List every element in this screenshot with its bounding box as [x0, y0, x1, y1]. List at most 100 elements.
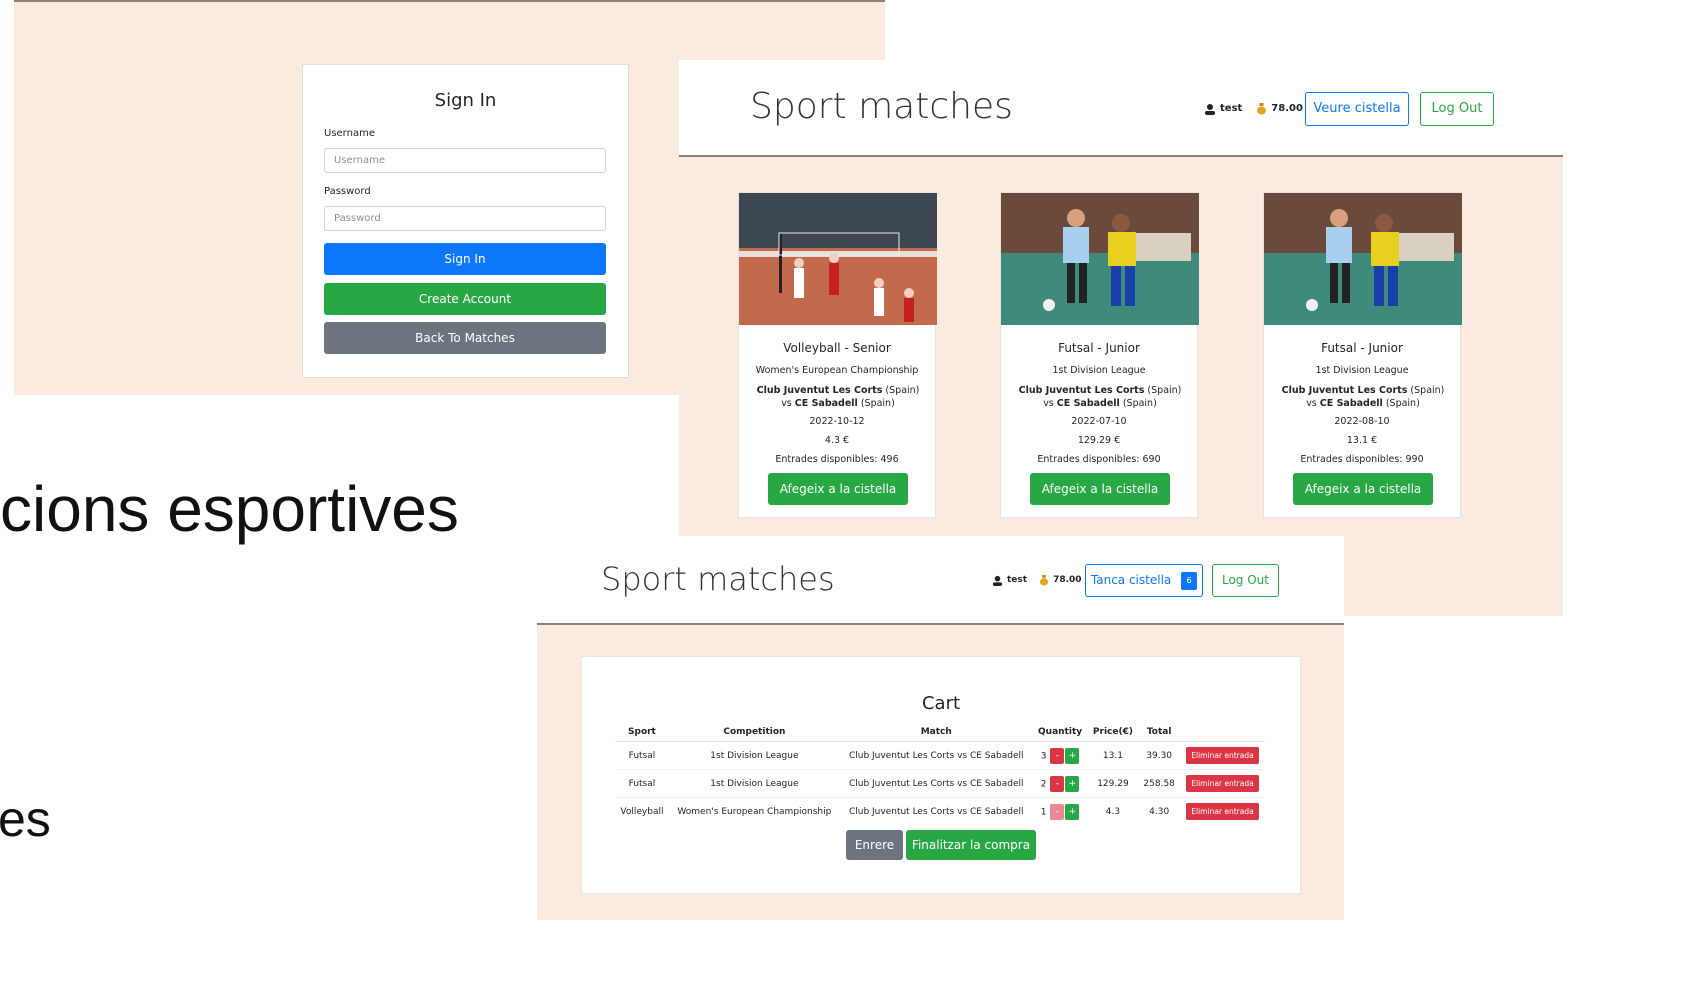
- match-card: Volleyball - Senior Women's European Cha…: [738, 192, 937, 518]
- table-row: Volleyball Women's European Championship…: [615, 797, 1265, 825]
- add-to-cart-button[interactable]: Afegeix a la cistella: [1293, 473, 1433, 505]
- quantity-cell: 1 - +: [1032, 797, 1088, 825]
- close-cart-label: Tanca cistella: [1090, 573, 1172, 587]
- match-card: Futsal - Junior 1st Division League Club…: [1000, 192, 1199, 518]
- card-price: 129.29 €: [1077, 435, 1121, 446]
- add-to-cart-button[interactable]: Afegeix a la cistella: [768, 473, 908, 505]
- balance: 78.00: [1271, 103, 1303, 114]
- quantity-value: 1: [1040, 807, 1047, 817]
- decrease-button[interactable]: -: [1050, 747, 1065, 764]
- user-info: test 78.00: [1204, 102, 1303, 115]
- sport-cell: Futsal: [615, 741, 669, 770]
- increase-button[interactable]: +: [1065, 803, 1080, 820]
- quantity-cell: 2 - +: [1032, 769, 1088, 798]
- column-header: Competition: [668, 723, 840, 742]
- team2-country: (Spain): [1122, 398, 1157, 409]
- vs-label: vs: [1043, 398, 1054, 409]
- logout-button[interactable]: Log Out: [1420, 92, 1494, 126]
- cart-card: Cart Sport Competition Match Quantity Pr…: [581, 656, 1301, 894]
- delete-cell: Eliminar entrada: [1180, 769, 1265, 798]
- vs-label: vs: [1306, 398, 1317, 409]
- team2: CE Sabadell: [1319, 398, 1383, 409]
- money-bag-icon: [1257, 103, 1267, 115]
- create-account-button[interactable]: Create Account: [324, 283, 606, 315]
- page-title: Sport matches: [601, 560, 835, 598]
- cart-heading: Cart: [921, 693, 961, 714]
- increase-button[interactable]: +: [1065, 747, 1080, 764]
- price-cell: 13.1: [1087, 741, 1139, 770]
- quantity-value: 3: [1040, 751, 1047, 761]
- checkout-button[interactable]: Finalitzar la compra: [906, 830, 1036, 860]
- cart-count-badge: 6: [1181, 571, 1198, 590]
- column-header: Total: [1138, 723, 1180, 742]
- user-icon: [1205, 103, 1215, 115]
- team2: CE Sabadell: [794, 398, 858, 409]
- card-competition: Women's European Championship: [755, 365, 919, 376]
- match-card: Futsal - Junior 1st Division League Club…: [1263, 192, 1462, 518]
- futsal-photo-icon: [1001, 193, 1199, 325]
- delete-cell: Eliminar entrada: [1180, 797, 1265, 825]
- team1-country: (Spain): [1410, 385, 1445, 396]
- competition-cell: 1st Division League: [668, 769, 840, 798]
- logout-button[interactable]: Log Out: [1212, 564, 1279, 597]
- team2-country: (Spain): [860, 398, 895, 409]
- username-input[interactable]: Username: [324, 148, 606, 173]
- matches-header: Sport matches test 78.00 Veure cistella …: [679, 60, 1563, 157]
- card-date: 2022-07-10: [1071, 416, 1127, 427]
- delete-entry-button[interactable]: Eliminar entrada: [1186, 775, 1259, 792]
- sign-in-button[interactable]: Sign In: [324, 243, 606, 275]
- increase-button[interactable]: +: [1065, 775, 1080, 792]
- back-to-matches-button[interactable]: Back To Matches: [324, 322, 606, 354]
- price-cell: 129.29: [1087, 769, 1139, 798]
- table-row: Futsal 1st Division League Club Juventut…: [615, 769, 1265, 798]
- card-availability: Entrades disponibles: 690: [1037, 454, 1161, 465]
- team2-country: (Spain): [1385, 398, 1420, 409]
- close-cart-button[interactable]: Tanca cistella 6: [1085, 564, 1203, 597]
- add-to-cart-button[interactable]: Afegeix a la cistella: [1030, 473, 1170, 505]
- card-title: Futsal - Junior: [1058, 341, 1140, 355]
- column-header: Price(€): [1087, 723, 1139, 742]
- quantity-cell: 3 - +: [1032, 741, 1088, 770]
- user-icon: [992, 575, 1003, 586]
- matches-screenshot: Sport matches test 78.00 Veure cistella …: [679, 60, 1563, 616]
- competition-cell: 1st Division League: [668, 741, 840, 770]
- delete-entry-button[interactable]: Eliminar entrada: [1186, 803, 1259, 820]
- cart-header: Sport matches test 78.00 Tanca cistella …: [537, 536, 1344, 625]
- team1: Club Juventut Les Corts: [1281, 385, 1408, 396]
- sport-cell: Futsal: [615, 769, 669, 798]
- card-date: 2022-10-12: [809, 416, 865, 427]
- card-competition: 1st Division League: [1315, 365, 1409, 376]
- table-header-row: Sport Competition Match Quantity Price(€…: [615, 723, 1265, 742]
- card-date: 2022-08-10: [1334, 416, 1390, 427]
- card-title: Futsal - Junior: [1321, 341, 1403, 355]
- slide-text-line2: es: [0, 791, 51, 847]
- decrease-button[interactable]: -: [1050, 775, 1065, 792]
- password-input[interactable]: Password: [324, 206, 606, 231]
- total-cell: 4.30: [1138, 797, 1180, 825]
- user-info: test 78.00: [992, 574, 1082, 586]
- card-match: Club Juventut Les Corts (Spain) vs CE Sa…: [743, 384, 933, 410]
- column-header: Match: [839, 723, 1033, 742]
- total-cell: 39.30: [1138, 741, 1180, 770]
- card-price: 4.3 €: [824, 435, 850, 446]
- decrease-button[interactable]: -: [1050, 803, 1065, 820]
- volleyball-photo-icon: [739, 193, 937, 325]
- delete-entry-button[interactable]: Eliminar entrada: [1186, 747, 1259, 764]
- card-availability: Entrades disponibles: 496: [775, 454, 899, 465]
- table-row: Futsal 1st Division League Club Juventut…: [615, 741, 1265, 770]
- login-title: Sign In: [434, 90, 497, 111]
- username: test: [1220, 103, 1243, 114]
- vs-label: vs: [781, 398, 792, 409]
- futsal-photo-icon: [1264, 193, 1462, 325]
- card-title: Volleyball - Senior: [783, 341, 891, 355]
- team1: Club Juventut Les Corts: [756, 385, 883, 396]
- card-match: Club Juventut Les Corts (Spain) vs CE Sa…: [1268, 384, 1458, 410]
- cart-table: Sport Competition Match Quantity Price(€…: [615, 723, 1265, 825]
- match-cell: Club Juventut Les Corts vs CE Sabadell: [839, 797, 1033, 825]
- team1-country: (Spain): [885, 385, 920, 396]
- slide-text-line1: cions esportives: [0, 473, 459, 545]
- back-button[interactable]: Enrere: [846, 830, 903, 860]
- column-header: Sport: [615, 723, 669, 742]
- view-cart-button[interactable]: Veure cistella: [1305, 92, 1409, 126]
- sport-cell: Volleyball: [615, 797, 669, 825]
